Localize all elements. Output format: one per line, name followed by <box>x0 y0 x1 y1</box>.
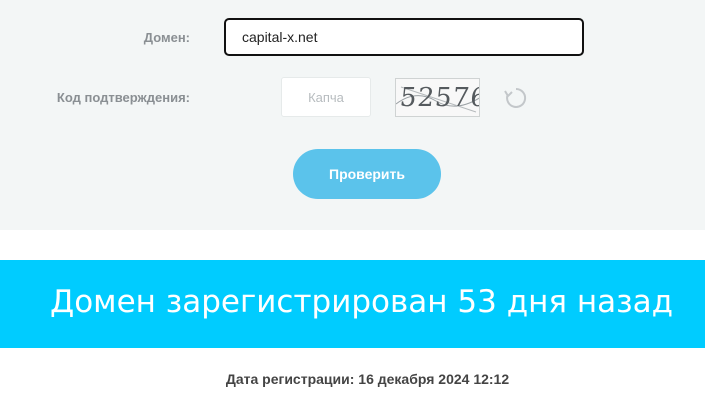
refresh-captcha-button[interactable] <box>504 86 528 110</box>
result-banner: Домен зарегистрирован 53 дня назад <box>0 260 705 348</box>
captcha-text: 52576 <box>398 83 480 113</box>
domain-label: Домен: <box>143 30 190 45</box>
verification-code-label: Код подтверждения: <box>56 90 190 105</box>
check-form-panel: Домен: Код подтверждения: 52576 Проверит… <box>0 0 705 230</box>
refresh-icon <box>504 87 527 108</box>
check-button[interactable]: Проверить <box>293 149 441 199</box>
registration-date: Дата регистрации: 16 декабря 2024 12:12 <box>225 371 510 387</box>
domain-age-text: Домен зарегистрирован 53 дня назад <box>50 284 674 320</box>
domain-input[interactable] <box>224 18 584 56</box>
captcha-input[interactable] <box>281 77 371 117</box>
captcha-image: 52576 <box>395 78 480 117</box>
